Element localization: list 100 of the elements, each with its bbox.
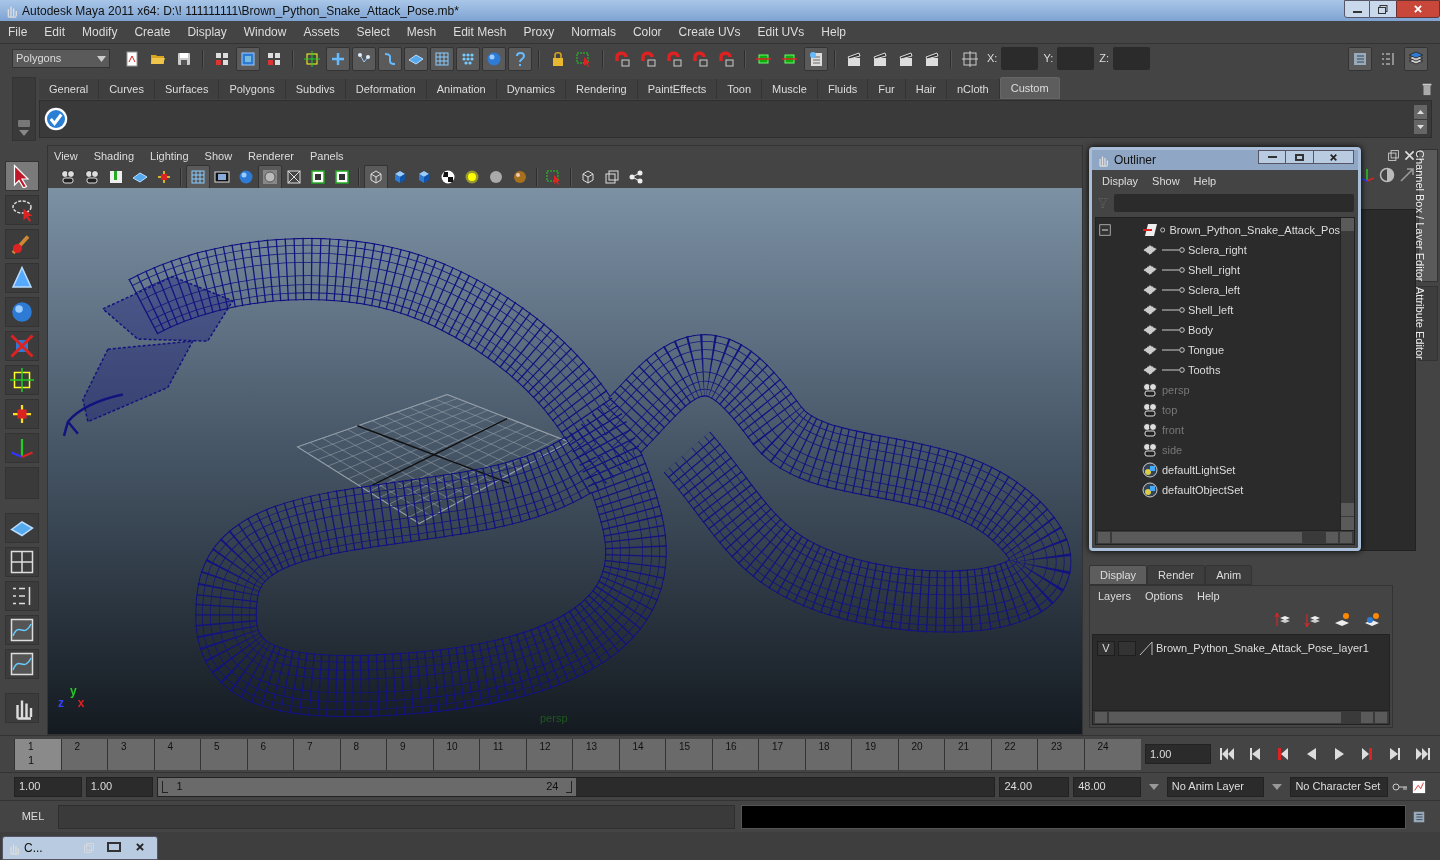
menu-item[interactable]: File [8, 23, 28, 41]
shelf-tab[interactable]: Hair [905, 79, 947, 99]
frame-number: 19 [865, 739, 877, 754]
outliner-item[interactable]: Brown_Python_Snake_Attack_Pos [1169, 221, 1340, 239]
time-slider[interactable]: 1 1 2 3 4 5 6 7 8 9 10 11 12 13 14 15 16 17 18 19 20 21 22 23 24 [14, 738, 1141, 770]
frame-number: 7 [307, 739, 313, 754]
shelf-tab[interactable]: General [39, 79, 100, 99]
menu-item[interactable]: Color [632, 23, 662, 41]
shelf-tab[interactable]: Toon [717, 79, 763, 99]
outliner-menu-item[interactable]: Help [1193, 172, 1217, 190]
minimized-window[interactable]: C... [2, 836, 158, 860]
layer-menu-item[interactable]: Help [1196, 587, 1220, 605]
panel-menu-item[interactable]: View [54, 147, 78, 165]
coordinate-label: Z: [1099, 51, 1109, 67]
panel-menu-item[interactable]: Show [204, 147, 233, 165]
frame-number: 6 [260, 739, 267, 754]
layer-editor-tab[interactable]: Display [1089, 565, 1148, 585]
range-end-label: 24 [546, 779, 559, 795]
menu-item[interactable]: Help [821, 23, 846, 41]
axis-label: x [77, 695, 85, 712]
shelf-tab[interactable]: nCloth [946, 79, 1000, 99]
shelf-tab[interactable]: Animation [426, 79, 497, 99]
menu-item[interactable]: Modify [82, 23, 118, 41]
layer-menu-item[interactable]: Options [1145, 587, 1183, 605]
anim-layer-dropdown[interactable]: No Anim Layer [1166, 776, 1265, 797]
range-slider[interactable]: 1 24 [157, 776, 996, 797]
frame-number: 1 [28, 739, 34, 754]
frame-number: 21 [958, 739, 970, 754]
layer-editor-tab[interactable]: Render [1147, 565, 1206, 585]
current-time-field[interactable]: 1.00 [1145, 744, 1211, 764]
outliner-item[interactable]: Shell_right [1188, 261, 1240, 279]
panel-menu-item[interactable]: Renderer [248, 147, 294, 165]
command-language-label[interactable]: MEL [14, 808, 52, 825]
menu-item[interactable]: Proxy [523, 23, 555, 41]
frame-number: 4 [167, 739, 174, 754]
range-start-label: 1 [176, 779, 183, 795]
menu-item[interactable]: Mesh [406, 23, 437, 41]
outliner-item[interactable]: Sclera_right [1188, 241, 1247, 259]
outliner-item[interactable]: Shell_left [1188, 301, 1234, 319]
shelf-tab[interactable]: Polygons [219, 79, 286, 99]
panel-menu-item[interactable]: Panels [309, 147, 344, 165]
menu-item[interactable]: Display [187, 23, 227, 41]
menu-item[interactable]: Edit UVs [757, 23, 805, 41]
layer-name[interactable]: Brown_Python_Snake_Attack_Pose_layer1 [1156, 639, 1369, 657]
character-set-dropdown[interactable]: No Character Set [1290, 776, 1388, 797]
end-time-field[interactable]: 48.00 [1073, 776, 1141, 797]
shelf-tab[interactable]: Dynamics [496, 79, 566, 99]
side-tab[interactable]: Attribute Editor [1418, 286, 1438, 362]
frame-number: 11 [493, 739, 504, 754]
shelf-tab[interactable]: Subdivs [285, 79, 346, 99]
side-tab[interactable]: Channel Box / Layer Editor [1418, 149, 1438, 283]
outliner-menu-item[interactable]: Display [1102, 172, 1139, 190]
shelf-tab[interactable]: Surfaces [155, 79, 220, 99]
menu-item[interactable]: Create [134, 23, 171, 41]
outliner-item[interactable]: defaultObjectSet [1162, 481, 1244, 499]
outliner-item[interactable]: Sclera_left [1188, 281, 1240, 299]
menu-item[interactable]: Create UVs [678, 23, 741, 41]
menu-item[interactable]: Normals [571, 23, 616, 41]
outliner-item[interactable]: Tongue [1188, 341, 1225, 359]
shelf-tab[interactable]: Muscle [762, 79, 818, 99]
panel-menu-item[interactable]: Lighting [150, 147, 189, 165]
shelf-tab[interactable]: Curves [99, 79, 155, 99]
frame-number: 2 [74, 739, 81, 754]
frame-number: 17 [772, 739, 784, 754]
axis-label: y [70, 683, 77, 700]
window-title: Autodesk Maya 2011 x64: D:\! 111111111\Brown_Python_Snake_Attack_Pose.mb* [22, 2, 459, 20]
panel-menu-item[interactable]: Shading [93, 147, 135, 165]
outliner-item[interactable]: Body [1188, 321, 1214, 339]
menu-item[interactable]: Edit Mesh [453, 23, 507, 41]
viewport[interactable]: y z x persp [48, 188, 1082, 734]
shelf-tab[interactable]: Fluids [817, 79, 869, 99]
menu-item[interactable]: Select [356, 23, 390, 41]
frame-number: 15 [679, 739, 691, 754]
shelf-tab[interactable]: PaintEffects [637, 79, 718, 99]
frame-number: 13 [586, 739, 598, 754]
visibility-toggle[interactable]: V [1097, 640, 1115, 656]
shelf-tab[interactable]: Custom [999, 77, 1060, 99]
axis-label: z [58, 695, 64, 712]
outliner-item[interactable]: Tooths [1188, 361, 1221, 379]
outliner-menu-item[interactable]: Show [1152, 172, 1180, 190]
mode-dropdown[interactable]: Polygons [12, 49, 110, 68]
start-time-field[interactable]: 1.00 [14, 776, 82, 797]
frame-number: 23 [1051, 739, 1063, 754]
playback-end-field[interactable]: 24.00 [999, 776, 1070, 797]
frame-number: 24 [1097, 739, 1109, 754]
outliner-title: Outliner [1114, 152, 1157, 169]
shelf-tab[interactable]: Deformation [345, 79, 427, 99]
layer-editor-tab[interactable]: Anim [1205, 565, 1253, 585]
outliner-item[interactable]: defaultLightSet [1162, 461, 1236, 479]
menu-item[interactable]: Edit [44, 23, 66, 41]
coordinate-label: Y: [1043, 51, 1054, 67]
shelf-tab[interactable]: Rendering [565, 79, 638, 99]
frame-number: 5 [214, 739, 220, 754]
menu-item[interactable]: Window [243, 23, 287, 41]
layer-menu-item[interactable]: Layers [1098, 587, 1132, 605]
shelf-tab[interactable]: Fur [868, 79, 906, 99]
frame-number: 10 [446, 739, 458, 754]
menu-item[interactable]: Assets [303, 23, 340, 41]
frame-cell[interactable]: 1 1 [14, 738, 61, 770]
playback-start-field[interactable]: 1.00 [85, 776, 154, 797]
